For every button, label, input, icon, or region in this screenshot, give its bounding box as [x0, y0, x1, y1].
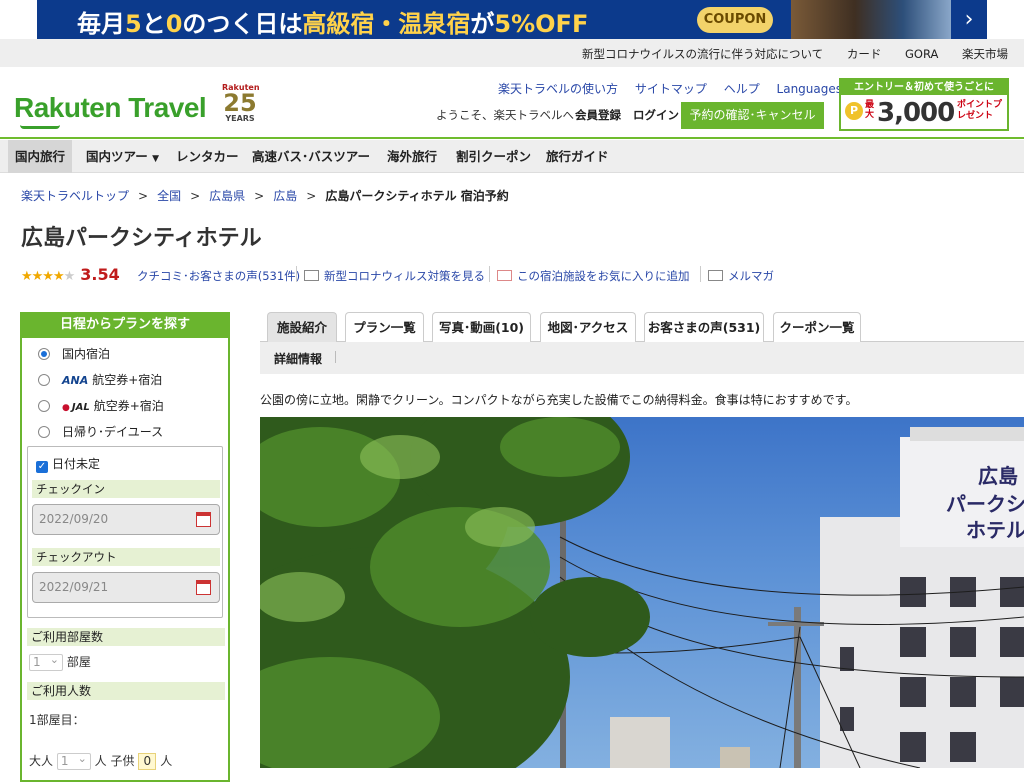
child-input[interactable]: 0 — [138, 753, 157, 770]
reservation-button[interactable]: 予約の確認･キャンセル — [681, 102, 824, 129]
checkin-field[interactable]: 2022/09/20 — [32, 504, 220, 535]
sidebar-title: 日程からプランを探す — [20, 312, 230, 338]
sign-line-1: 広島 — [978, 464, 1018, 488]
howto-link[interactable]: 楽天トラベルの使い方 — [498, 82, 618, 96]
top-strip: 新型コロナウイルスの流行に伴う対応について カード GORA 楽天市場 — [0, 39, 1024, 67]
coupon-badge: COUPON — [697, 7, 773, 33]
hotel-photo-drawing: 広島 パークシ ホテル — [260, 417, 1024, 768]
header-links: 楽天トラベルの使い方 サイトマップ ヘルプ Languages — [498, 80, 863, 97]
option-dayuse[interactable]: 日帰り･デイユース — [38, 423, 163, 440]
breadcrumb: 楽天トラベルトップ > 全国 > 広島県 > 広島 > 広島パークシティホテル 宿泊予約 — [21, 189, 509, 203]
favorite-icon — [497, 270, 512, 281]
sitemap-link[interactable]: サイトマップ — [635, 82, 707, 96]
adult-label: 大人 — [29, 754, 54, 768]
checkin-label: チェックイン — [32, 480, 220, 498]
child-unit: 人 — [160, 754, 173, 768]
jal-logo: JAL — [62, 402, 90, 413]
promo-points: ポイントプレゼント — [957, 100, 1003, 121]
adult-unit: 人 — [94, 754, 107, 768]
option-ana[interactable]: ANA 航空券+宿泊 — [38, 371, 162, 388]
ana-logo: ANA — [62, 374, 89, 387]
rooms-label: ご利用部屋数 — [27, 628, 225, 646]
nav-domestic-tour[interactable]: 国内ツアー ▼ — [79, 140, 166, 173]
sign-line-2: パークシ — [946, 492, 1024, 516]
option-domestic[interactable]: 国内宿泊 — [38, 345, 110, 362]
main-nav: 国内旅行 国内ツアー ▼ レンタカー 高速バス･バスツアー 海外旅行 割引クーポ… — [0, 140, 1024, 173]
room1-label: 1部屋目： — [29, 713, 85, 727]
date-undecided-checkbox[interactable]: ✓ 日付未定 — [36, 455, 100, 473]
site-header: Rakuten Travel Rakuten 25 YEARS 楽天トラベルの使… — [0, 67, 1024, 139]
crumb-pref[interactable]: 広島県 — [209, 189, 245, 203]
mail-icon — [708, 270, 723, 281]
bus-icon — [304, 270, 319, 281]
covid-notice-link[interactable]: 新型コロナウイルスの流行に伴う対応について — [582, 47, 823, 61]
calendar-icon[interactable] — [196, 580, 211, 595]
crumb-all[interactable]: 全国 — [157, 189, 181, 203]
tab-coupons[interactable]: クーポン一覧 — [773, 312, 861, 342]
reviews-link[interactable]: クチコミ･お客さまの声(531件) — [137, 268, 300, 284]
date-box: ✓ 日付未定 チェックイン 2022/09/20 チェックアウト 2022/09/… — [27, 446, 223, 618]
rooms-unit: 部屋 — [66, 655, 91, 669]
hotel-tabs: 施設紹介 プラン一覧 写真･動画(10) 地図･アクセス お客さまの声(531)… — [260, 310, 1024, 342]
search-sidebar: 日程からプランを探す 国内宿泊 ANA航空券+宿泊 JAL航空券+宿泊 日帰り･… — [20, 312, 230, 782]
welcome-text: ようこそ、楽天トラベルへ — [436, 108, 574, 122]
dropdown-caret-icon: ▼ — [152, 154, 160, 164]
calendar-icon[interactable] — [196, 512, 211, 527]
promo-title: エントリー＆初めて使うごとに — [841, 80, 1007, 95]
gora-link[interactable]: GORA — [905, 47, 938, 61]
tab-photos[interactable]: 写真･動画(10) — [432, 312, 531, 342]
register-link[interactable]: 会員登録 — [575, 107, 621, 123]
add-favorite-link[interactable]: この宿泊施設をお気に入りに追加 — [497, 268, 690, 284]
login-link[interactable]: ログイン — [633, 107, 679, 123]
rakuten-ichiba-link[interactable]: 楽天市場 — [962, 47, 1008, 61]
nav-overseas[interactable]: 海外旅行 — [380, 140, 444, 173]
nav-guide[interactable]: 旅行ガイド — [539, 140, 616, 173]
tab-reviews[interactable]: お客さまの声(531) — [644, 312, 764, 342]
guests-label: ご利用人数 — [27, 682, 225, 700]
review-score: 3.54 — [80, 265, 120, 284]
promo-max: 最大 — [865, 100, 875, 120]
hotel-photo[interactable]: 広島 パークシ ホテル — [260, 417, 1024, 768]
sign-line-3: ホテル — [966, 518, 1024, 542]
tab-overview[interactable]: 施設紹介 — [267, 312, 337, 342]
rakuten-travel-logo[interactable]: Rakuten Travel — [14, 92, 207, 129]
adult-select[interactable]: 1 — [56, 751, 91, 770]
star-rating-icon: ★★★★★ — [21, 269, 75, 284]
crumb-city[interactable]: 広島 — [273, 189, 297, 203]
help-link[interactable]: ヘルプ — [724, 82, 760, 96]
radio-selected[interactable] — [38, 348, 50, 360]
crumb-top[interactable]: 楽天トラベルトップ — [21, 189, 129, 203]
promo-banner[interactable]: 毎月5と0のつく日は高級宿・温泉宿が5%OFF COUPON › — [37, 0, 987, 39]
anniversary-logo: Rakuten 25 YEARS — [222, 83, 260, 123]
hotel-name: 広島パークシティホテル — [21, 226, 262, 251]
crumb-current: 広島パークシティホテル 宿泊予約 — [325, 189, 509, 203]
tab-plans[interactable]: プラン一覧 — [345, 312, 424, 342]
nav-coupon[interactable]: 割引クーポン — [449, 140, 538, 173]
sub-tabs: 詳細情報 — [260, 342, 1024, 374]
point-coin-icon: P — [845, 102, 863, 120]
promo-amount: 3,000 — [877, 98, 955, 128]
subtab-details[interactable]: 詳細情報 — [274, 350, 322, 367]
rating-row: ★★★★★ 3.54 — [21, 265, 126, 284]
points-promo[interactable]: エントリー＆初めて使うごとに P 最大 3,000 ポイントプレゼント — [839, 78, 1009, 131]
checkout-label: チェックアウト — [32, 548, 220, 566]
option-jal[interactable]: JAL航空券+宿泊 — [38, 397, 164, 414]
checkout-field[interactable]: 2022/09/21 — [32, 572, 220, 603]
banner-next-icon[interactable]: › — [951, 0, 987, 39]
covid-measures-link[interactable]: 新型コロナウィルス対策を見る — [304, 268, 485, 284]
child-label: 子供 — [110, 754, 135, 768]
nav-domestic[interactable]: 国内旅行 — [8, 140, 73, 173]
card-link[interactable]: カード — [847, 47, 882, 61]
nav-bus[interactable]: 高速バス･バスツアー — [245, 140, 377, 173]
hotel-description: 公園の傍に立地。閑静でクリーン。コンパクトながら充実した設備でこの納得料金。食事… — [260, 393, 858, 407]
banner-text: 毎月5と0のつく日は高級宿・温泉宿が5%OFF — [77, 10, 589, 38]
checkmark-icon: ✓ — [36, 461, 48, 473]
mailmag-link[interactable]: メルマガ — [708, 268, 774, 284]
rooms-select[interactable]: 1 — [29, 652, 63, 671]
banner-photo — [791, 0, 951, 39]
tab-map[interactable]: 地図･アクセス — [540, 312, 636, 342]
nav-rentacar[interactable]: レンタカー — [169, 140, 246, 173]
